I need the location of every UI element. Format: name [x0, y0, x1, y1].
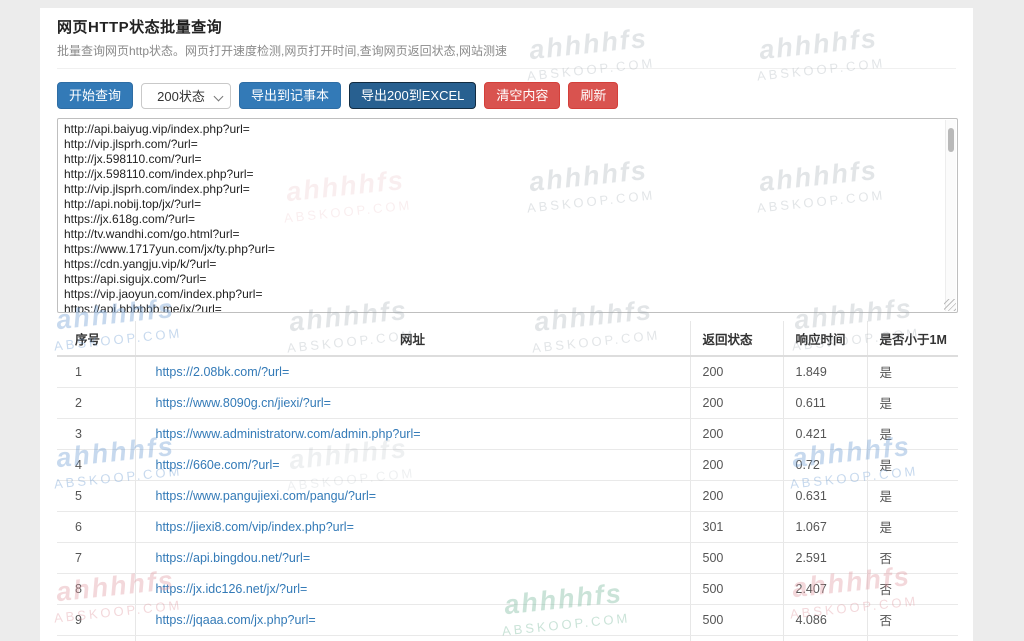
col-header-status: 返回状态 [690, 321, 783, 356]
cell-index: 1 [57, 356, 135, 387]
cell-time: 2.591 [783, 542, 867, 573]
cell-status: 200 [690, 449, 783, 480]
col-header-url: 网址 [135, 321, 690, 356]
table-header-row: 序号 网址 返回状态 响应时间 是否小于1M [57, 321, 958, 356]
url-line: https://api.bbbbbb.me/jx/?url= [64, 302, 939, 313]
page-header: 网页HTTP状态批量查询 批量查询网页http状态。网页打开速度检测,网页打开时… [57, 16, 956, 69]
table-row: 8 https://jx.idc126.net/jx/?url= 500 2.4… [57, 573, 958, 604]
cell-under1m: 是 [867, 418, 958, 449]
cell-status: 500 [690, 542, 783, 573]
chevron-down-icon [214, 91, 224, 101]
cell-under1m: 否 [867, 604, 958, 635]
url-link[interactable]: https://2.08bk.com/?url= [156, 365, 290, 379]
main-panel: 网页HTTP状态批量查询 批量查询网页http状态。网页打开速度检测,网页打开时… [40, 8, 973, 641]
url-line: http://jx.598110.com/?url= [64, 152, 939, 167]
results-table: 序号 网址 返回状态 响应时间 是否小于1M 1 https://2.08bk.… [57, 321, 958, 641]
url-link[interactable]: https://api.bingdou.net/?url= [156, 551, 311, 565]
cell-time: 1.849 [783, 356, 867, 387]
cell-index: 7 [57, 542, 135, 573]
status-filter-value: 200状态 [157, 86, 215, 105]
cell-under1m: 是 [867, 449, 958, 480]
cell-index: 9 [57, 604, 135, 635]
url-line: https://vip.jaoyun.com/index.php?url= [64, 287, 939, 302]
url-line: http://api.nobij.top/jx/?url= [64, 197, 939, 212]
table-row: 7 https://api.bingdou.net/?url= 500 2.59… [57, 542, 958, 573]
url-link[interactable]: https://jiexi8.com/vip/index.php?url= [156, 520, 354, 534]
cell-under1m: 是 [867, 387, 958, 418]
cell-status: 200 [690, 356, 783, 387]
status-filter-select[interactable]: 200状态 [141, 83, 231, 109]
cell-index: 5 [57, 480, 135, 511]
cell-time: 0.589 [783, 635, 867, 641]
cell-index: 2 [57, 387, 135, 418]
table-row: 4 https://660e.com/?url= 200 0.72 是 [57, 449, 958, 480]
url-link[interactable]: https://www.8090g.cn/jiexi/?url= [156, 396, 331, 410]
cell-index: 4 [57, 449, 135, 480]
cell-time: 0.72 [783, 449, 867, 480]
url-line: https://jx.618g.com/?url= [64, 212, 939, 227]
cell-index: 3 [57, 418, 135, 449]
url-link[interactable]: https://jqaaa.com/jx.php?url= [156, 613, 316, 627]
table-row: 3 https://www.administratorw.com/admin.p… [57, 418, 958, 449]
start-query-button[interactable]: 开始查询 [57, 82, 133, 109]
cell-index: 6 [57, 511, 135, 542]
col-header-under1m: 是否小于1M [867, 321, 958, 356]
cell-under1m: 是 [867, 356, 958, 387]
textarea-resize-handle[interactable] [944, 299, 956, 311]
table-row: 2 https://www.8090g.cn/jiexi/?url= 200 0… [57, 387, 958, 418]
cell-time: 0.611 [783, 387, 867, 418]
export-excel-button[interactable]: 导出200到EXCEL [349, 82, 476, 109]
cell-time: 0.631 [783, 480, 867, 511]
cell-status: 500 [690, 604, 783, 635]
url-link[interactable]: https://jx.idc126.net/jx/?url= [156, 582, 308, 596]
page-title: 网页HTTP状态批量查询 [57, 16, 956, 37]
cell-status: 301 [690, 511, 783, 542]
textarea-scrollbar-thumb[interactable] [948, 128, 954, 152]
cell-time: 0.421 [783, 418, 867, 449]
cell-index: 8 [57, 573, 135, 604]
table-row: 10 https://www.xymav.com/?url= 200 0.589… [57, 635, 958, 641]
table-row: 5 https://www.pangujiexi.com/pangu/?url=… [57, 480, 958, 511]
cell-status: 200 [690, 635, 783, 641]
cell-time: 1.067 [783, 511, 867, 542]
export-notepad-button[interactable]: 导出到记事本 [239, 82, 341, 109]
col-header-index: 序号 [57, 321, 135, 356]
page-subtitle: 批量查询网页http状态。网页打开速度检测,网页打开时间,查询网页返回状态,网站… [57, 42, 956, 59]
cell-status: 200 [690, 387, 783, 418]
url-line: https://www.1717yun.com/jx/ty.php?url= [64, 242, 939, 257]
url-line: https://api.sigujx.com/?url= [64, 272, 939, 287]
url-line: http://vip.jlsprh.com/?url= [64, 137, 939, 152]
cell-time: 2.407 [783, 573, 867, 604]
url-line: http://tv.wandhi.com/go.html?url= [64, 227, 939, 242]
refresh-button[interactable]: 刷新 [568, 82, 618, 109]
cell-under1m: 是 [867, 480, 958, 511]
url-line: http://api.baiyug.vip/index.php?url= [64, 122, 939, 137]
col-header-time: 响应时间 [783, 321, 867, 356]
url-line: http://jx.598110.com/index.php?url= [64, 167, 939, 182]
toolbar: 开始查询 200状态 导出到记事本 导出200到EXCEL 清空内容 刷新 [57, 82, 956, 109]
cell-under1m: 否 [867, 573, 958, 604]
cell-time: 4.086 [783, 604, 867, 635]
cell-status: 200 [690, 418, 783, 449]
url-link[interactable]: https://www.pangujiexi.com/pangu/?url= [156, 489, 377, 503]
cell-under1m: 是 [867, 511, 958, 542]
cell-under1m: 否 [867, 542, 958, 573]
url-line: http://vip.jlsprh.com/index.php?url= [64, 182, 939, 197]
url-link[interactable]: https://www.administratorw.com/admin.php… [156, 427, 421, 441]
cell-under1m: 是 [867, 635, 958, 641]
url-link[interactable]: https://660e.com/?url= [156, 458, 280, 472]
table-row: 9 https://jqaaa.com/jx.php?url= 500 4.08… [57, 604, 958, 635]
cell-status: 500 [690, 573, 783, 604]
cell-index: 10 [57, 635, 135, 641]
clear-content-button[interactable]: 清空内容 [484, 82, 560, 109]
table-row: 1 https://2.08bk.com/?url= 200 1.849 是 [57, 356, 958, 387]
table-row: 6 https://jiexi8.com/vip/index.php?url= … [57, 511, 958, 542]
url-list-textarea[interactable]: http://api.baiyug.vip/index.php?url= htt… [57, 118, 958, 313]
textarea-scrollbar-track[interactable] [945, 120, 956, 311]
cell-status: 200 [690, 480, 783, 511]
results-table-container: 序号 网址 返回状态 响应时间 是否小于1M 1 https://2.08bk.… [57, 321, 956, 641]
url-line: https://cdn.yangju.vip/k/?url= [64, 257, 939, 272]
